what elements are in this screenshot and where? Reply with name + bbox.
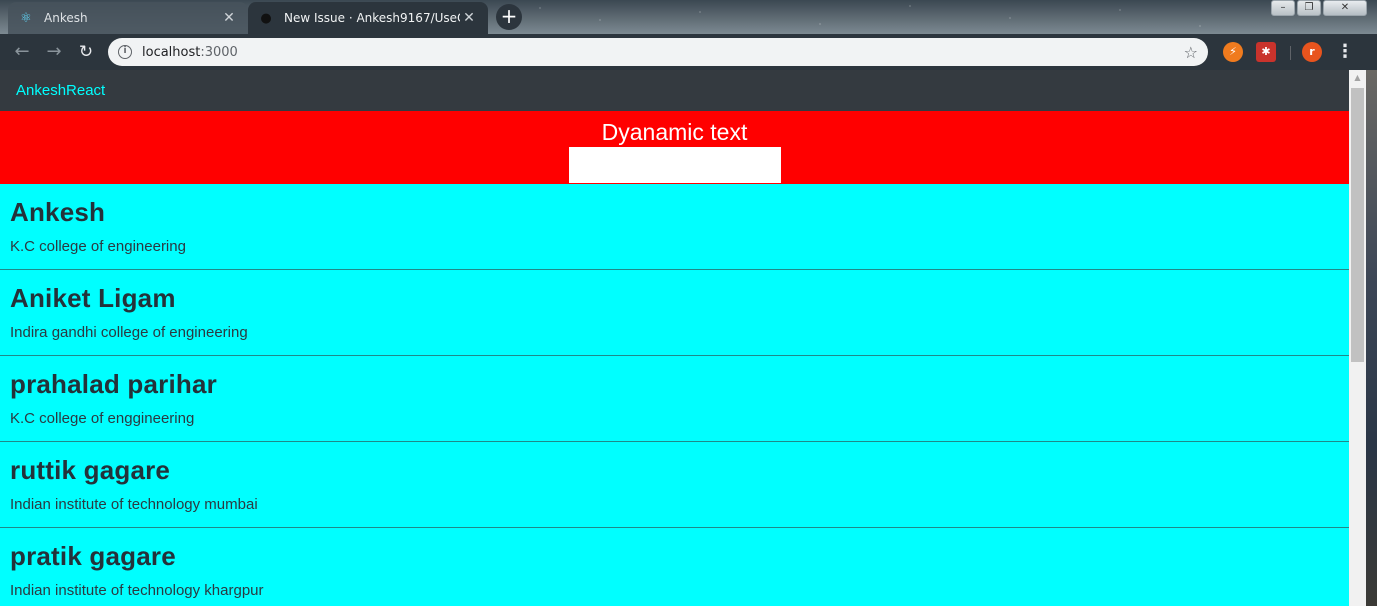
- student-list: Ankesh K.C college of engineering Aniket L…: [0, 184, 1349, 606]
- student-college: Indira gandhi college of engineering: [10, 324, 248, 341]
- address-bar[interactable]: i localhost:3000 ☆: [108, 38, 1208, 66]
- student-card: prahalad parihar K.C college of enggineer…: [0, 356, 1349, 442]
- new-tab-button[interactable]: +: [496, 4, 522, 30]
- url-host: localhost: [142, 44, 201, 60]
- browser-tabstrip: ⚛ Ankesh ✕ ● New Issue · Ankesh9167/UseG…: [0, 0, 1377, 34]
- profile-avatar[interactable]: r: [1302, 42, 1322, 62]
- student-college: Indian institute of technology mumbai: [10, 496, 258, 513]
- reload-icon[interactable]: ↻: [74, 40, 98, 64]
- window-controls: – ❐ ✕: [1271, 0, 1367, 16]
- student-name: ruttik gagare: [10, 455, 171, 485]
- desktop-background-edge: [1366, 70, 1377, 606]
- student-name: prahalad parihar: [10, 369, 217, 399]
- close-tab-icon[interactable]: ✕: [220, 10, 238, 26]
- tab-label: Ankesh: [44, 11, 88, 25]
- student-card: Ankesh K.C college of engineering: [0, 184, 1349, 270]
- scroll-thumb[interactable]: [1351, 88, 1364, 362]
- kebab-menu-icon[interactable]: ⋮: [1336, 40, 1354, 64]
- react-icon: ⚛: [20, 10, 32, 26]
- extension-lightning-icon[interactable]: ⚡: [1223, 42, 1243, 62]
- forward-arrow-icon[interactable]: →: [42, 40, 66, 64]
- student-college: K.C college of engineering: [10, 238, 186, 255]
- app-navbar: AnkeshReact: [0, 70, 1349, 111]
- student-name: Ankesh: [10, 197, 106, 227]
- bookmark-star-icon[interactable]: ☆: [1184, 43, 1198, 62]
- student-card: Aniket Ligam Indira gandhi college of eng…: [0, 270, 1349, 356]
- banner-title: Dyanamic text: [601, 119, 748, 145]
- tab-new-issue[interactable]: ● New Issue · Ankesh9167/UseGla ✕: [248, 2, 488, 34]
- minimize-button[interactable]: –: [1271, 0, 1295, 16]
- tab-ankesh[interactable]: ⚛ Ankesh ✕: [8, 2, 248, 34]
- dynamic-text-input[interactable]: [568, 147, 781, 183]
- github-icon: ●: [260, 10, 272, 26]
- page-viewport: AnkeshReact Dyanamic text Ankesh K.C coll…: [0, 70, 1377, 606]
- student-college: K.C college of enggineering: [10, 410, 195, 427]
- scroll-up-arrow-icon[interactable]: ▲: [1349, 70, 1366, 86]
- navbar-brand[interactable]: AnkeshReact: [16, 82, 105, 99]
- student-name: pratik gagare: [10, 541, 176, 571]
- dynamic-text-banner: Dyanamic text: [0, 111, 1349, 184]
- page-scrollbar[interactable]: ▲: [1349, 70, 1366, 606]
- close-window-button[interactable]: ✕: [1323, 0, 1367, 16]
- back-arrow-icon[interactable]: ←: [10, 40, 34, 64]
- student-card: ruttik gagare Indian institute of technol…: [0, 442, 1349, 528]
- url-port: :3000: [200, 44, 238, 60]
- browser-toolbar: ← → ↻ i localhost:3000 ☆ ⚡ ✱ r ⋮: [0, 34, 1377, 70]
- toolbar-divider: [1290, 46, 1291, 60]
- student-college: Indian institute of technology khargpur: [10, 582, 264, 599]
- extension-puzzle-icon[interactable]: ✱: [1256, 42, 1276, 62]
- info-icon[interactable]: i: [118, 45, 132, 59]
- student-name: Aniket Ligam: [10, 283, 176, 313]
- tab-label: New Issue · Ankesh9167/UseGla: [284, 11, 460, 25]
- close-tab-icon[interactable]: ✕: [460, 10, 478, 26]
- restore-button[interactable]: ❐: [1297, 0, 1321, 16]
- student-card: pratik gagare Indian institute of technol…: [0, 528, 1349, 606]
